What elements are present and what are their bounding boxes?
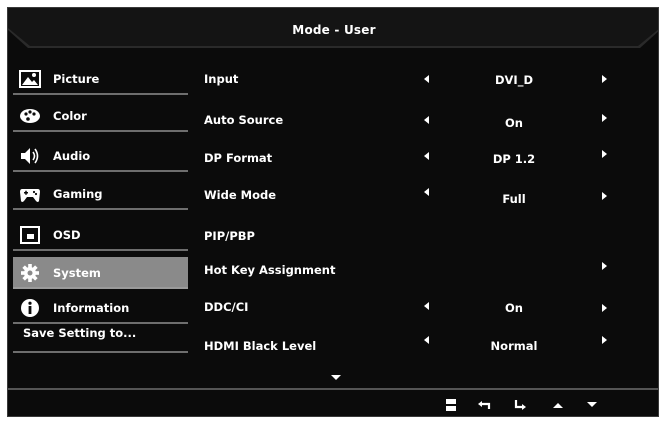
right-arrow-icon[interactable] xyxy=(602,262,607,270)
setting-row-hot-key-assignment[interactable]: Hot Key Assignment xyxy=(204,260,624,282)
sidebar-item-system[interactable]: System xyxy=(13,257,188,289)
gamepad-icon xyxy=(20,189,40,202)
left-arrow-icon[interactable] xyxy=(424,75,429,83)
setting-label: HDMI Black Level xyxy=(204,339,317,353)
gear-icon xyxy=(21,264,39,282)
save-setting-label: Save Setting to... xyxy=(23,326,137,340)
sidebar-item-audio[interactable]: Audio xyxy=(13,140,188,172)
sidebar-item-label: Audio xyxy=(53,149,91,163)
osd-icon xyxy=(20,226,40,244)
sidebar-item-picture[interactable]: Picture xyxy=(13,63,188,95)
setting-label: Hot Key Assignment xyxy=(204,263,336,277)
setting-value: DVI_D xyxy=(494,73,534,87)
setting-label: Wide Mode xyxy=(204,188,277,202)
right-arrow-icon[interactable] xyxy=(602,75,607,83)
right-arrow-icon[interactable] xyxy=(602,304,607,312)
sidebar-item-label: Picture xyxy=(53,72,100,86)
up-arrow-icon[interactable] xyxy=(550,398,566,412)
right-arrow-icon[interactable] xyxy=(602,192,607,200)
setting-label: DP Format xyxy=(204,151,273,165)
left-arrow-icon[interactable] xyxy=(424,152,429,160)
right-arrow-icon[interactable] xyxy=(602,336,607,344)
osd-menu: Mode - User Picture Color Audio Gaming O… xyxy=(7,7,659,417)
setting-row-dp-format[interactable]: DP Format DP 1.2 xyxy=(204,148,624,170)
sidebar-item-label: Information xyxy=(53,301,130,315)
sidebar-item-gaming[interactable]: Gaming xyxy=(13,178,188,210)
sidebar-item-information[interactable]: Information xyxy=(13,292,188,324)
setting-row-input[interactable]: Input DVI_D xyxy=(204,69,624,91)
setting-value: Full xyxy=(502,192,526,206)
left-arrow-icon[interactable] xyxy=(424,116,429,124)
setting-label: DDC/CI xyxy=(204,300,249,314)
setting-value: On xyxy=(505,116,523,130)
footer-divider xyxy=(8,388,658,390)
save-setting-button[interactable]: Save Setting to... xyxy=(13,321,188,353)
back-icon[interactable] xyxy=(476,398,492,412)
sidebar-item-label: Gaming xyxy=(53,187,103,201)
enter-icon[interactable] xyxy=(513,398,529,412)
setting-value: On xyxy=(505,301,523,315)
sidebar-item-osd[interactable]: OSD xyxy=(13,219,188,251)
picture-icon xyxy=(19,70,41,88)
palette-icon xyxy=(20,109,40,123)
setting-label: Input xyxy=(204,72,239,86)
title-bar: Mode - User xyxy=(8,8,658,52)
setting-value: Normal xyxy=(490,339,538,353)
sidebar-item-label: System xyxy=(53,266,101,280)
right-arrow-icon[interactable] xyxy=(602,150,607,158)
left-arrow-icon[interactable] xyxy=(424,336,429,344)
left-arrow-icon[interactable] xyxy=(424,302,429,310)
sidebar-item-label: OSD xyxy=(53,228,81,242)
menu-icon[interactable] xyxy=(444,398,460,412)
info-icon xyxy=(21,299,39,317)
setting-row-auto-source[interactable]: Auto Source On xyxy=(204,110,624,132)
setting-row-ddc-ci[interactable]: DDC/CI On xyxy=(204,297,624,319)
sidebar-item-label: Color xyxy=(53,109,87,123)
speaker-icon xyxy=(21,148,39,164)
setting-label: Auto Source xyxy=(204,113,284,127)
right-arrow-icon[interactable] xyxy=(602,114,607,122)
down-arrow-icon[interactable] xyxy=(584,398,600,412)
page-title: Mode - User xyxy=(292,23,376,37)
left-arrow-icon[interactable] xyxy=(424,188,429,196)
setting-value: DP 1.2 xyxy=(492,152,536,166)
setting-row-pip-pbp[interactable]: PIP/PBP xyxy=(204,226,624,248)
setting-row-wide-mode[interactable]: Wide Mode Full xyxy=(204,185,624,207)
sidebar-item-color[interactable]: Color xyxy=(13,100,188,132)
scroll-down-icon[interactable] xyxy=(331,375,341,380)
setting-row-hdmi-black-level[interactable]: HDMI Black Level Normal xyxy=(204,336,624,358)
setting-label: PIP/PBP xyxy=(204,229,255,243)
